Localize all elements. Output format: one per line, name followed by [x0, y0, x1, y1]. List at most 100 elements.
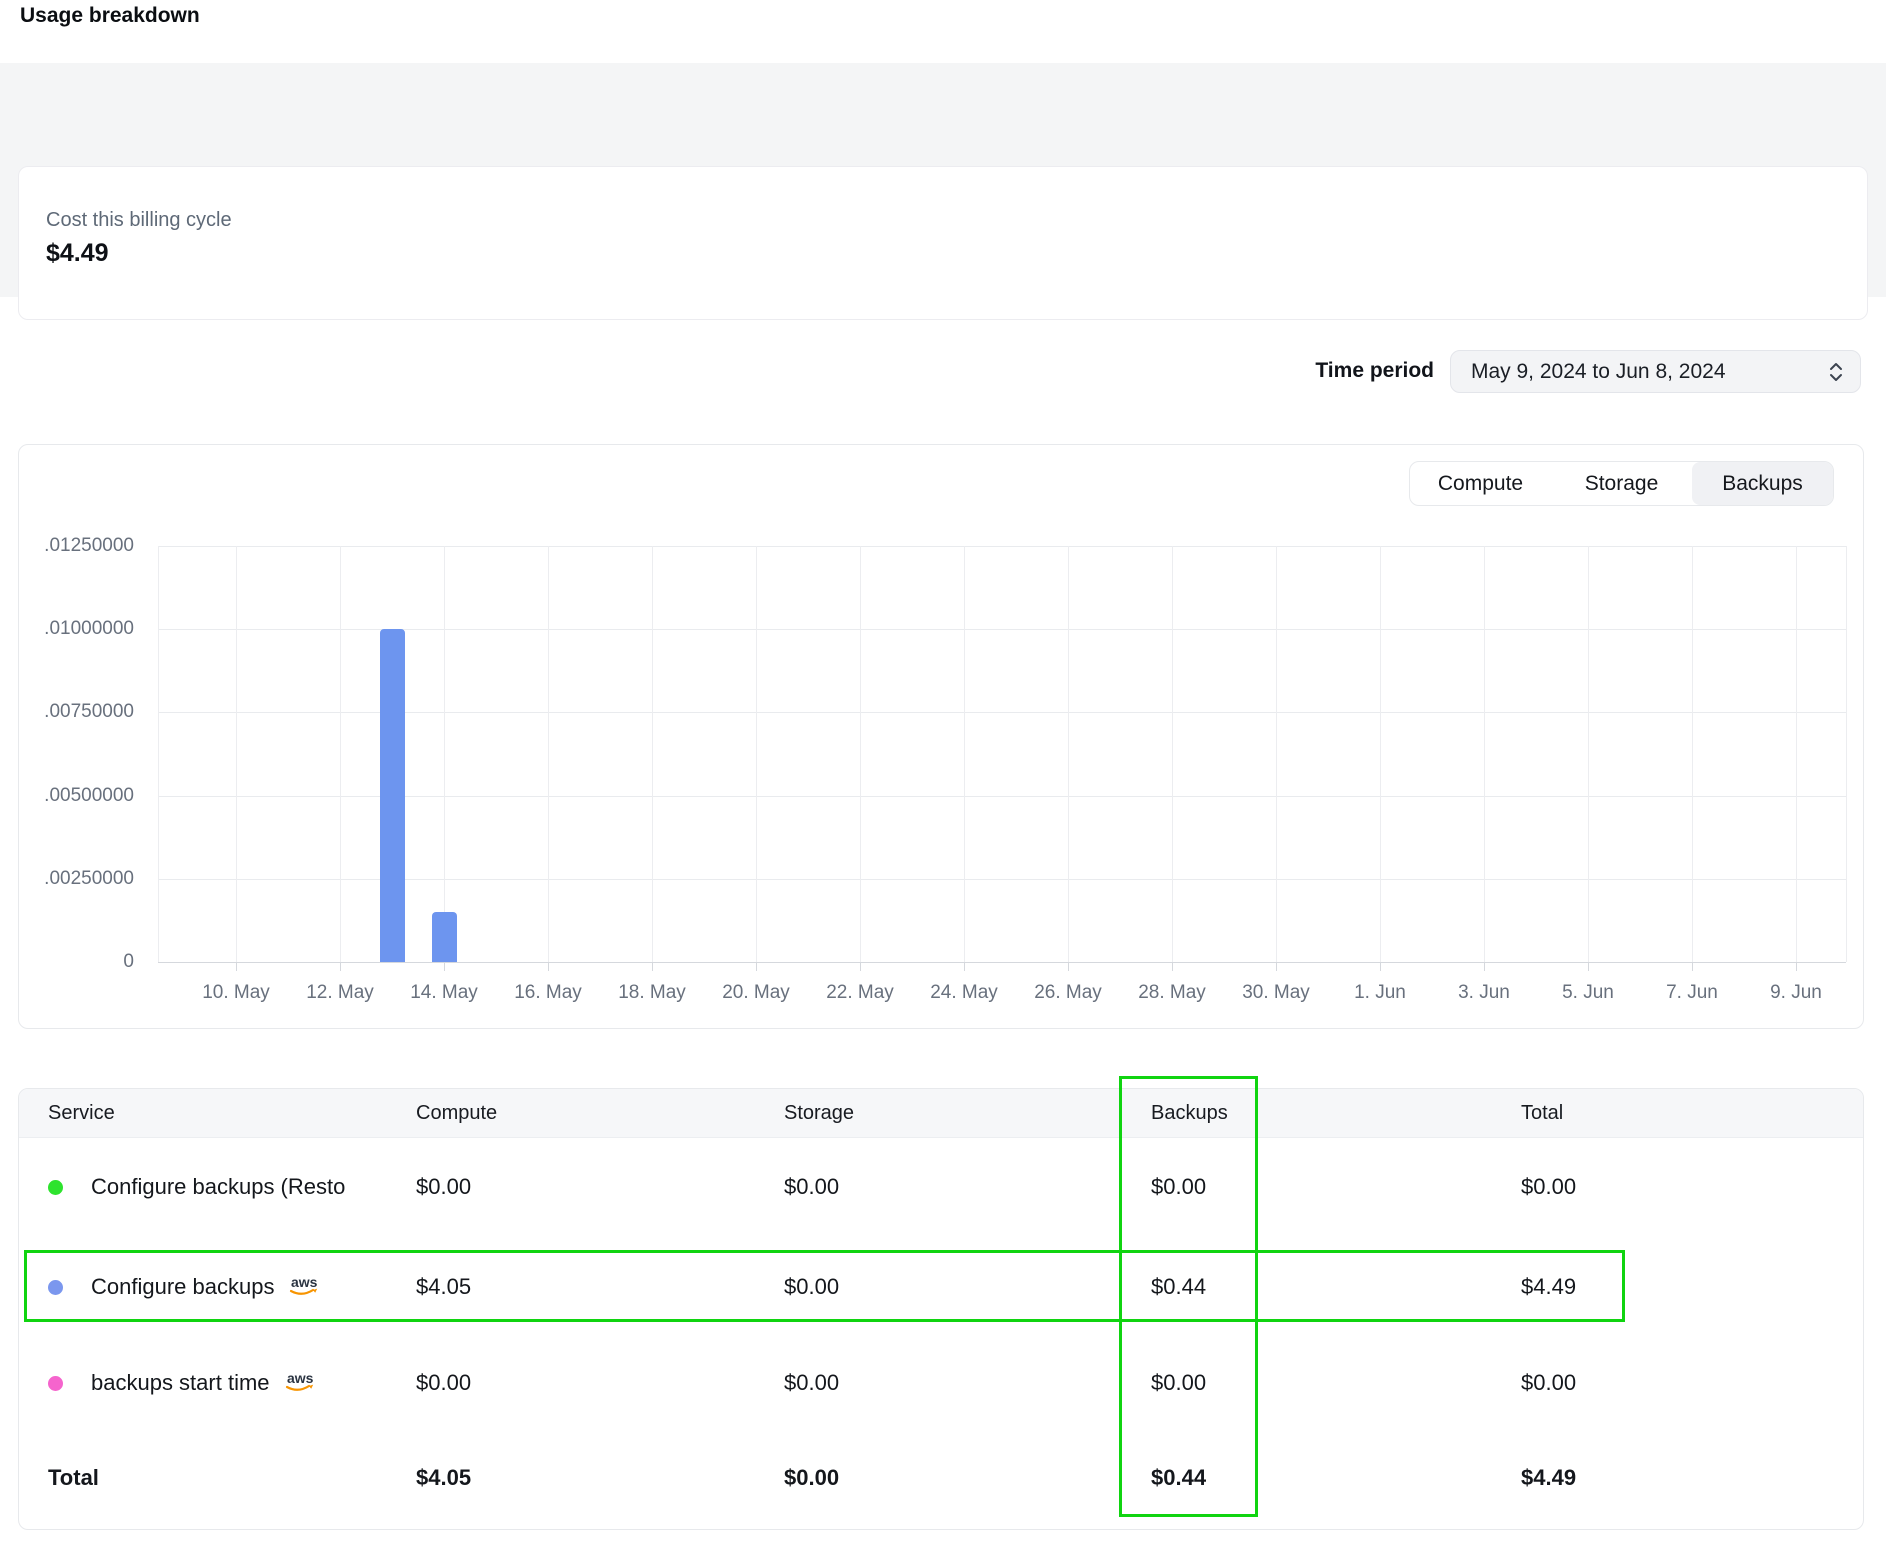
x-tick-label: 1. Jun: [1320, 982, 1440, 1004]
axis-tick: [444, 962, 445, 971]
x-tick-label: 18. May: [592, 982, 712, 1004]
time-period-dropdown[interactable]: May 9, 2024 to Jun 8, 2024: [1450, 350, 1861, 393]
gridline: [756, 546, 757, 962]
x-tick-label: 9. Jun: [1736, 982, 1856, 1004]
gridline: [964, 546, 965, 962]
gridline: [158, 546, 1846, 547]
x-tick-label: 5. Jun: [1528, 982, 1648, 1004]
column-header-total: Total: [1521, 1089, 1563, 1138]
plot-edge-line: [1846, 546, 1847, 962]
y-tick-label: .00750000: [19, 701, 134, 723]
table-row: Configure backups (Resto $0.00 $0.00 $0.…: [19, 1139, 1863, 1235]
chart-plot-area: [158, 546, 1846, 962]
chart-bar[interactable]: [380, 629, 405, 962]
x-tick-label: 30. May: [1216, 982, 1336, 1004]
x-tick-label: 7. Jun: [1632, 982, 1752, 1004]
axis-tick: [1796, 962, 1797, 971]
series-dot-blue: [48, 1280, 63, 1295]
table-total-row: Total $4.05 $0.00 $0.44 $4.49: [19, 1430, 1863, 1526]
compute-value: $0.00: [416, 1335, 471, 1431]
gridline: [1796, 546, 1797, 962]
summary-band: Cost this billing cycle $4.49: [0, 63, 1886, 297]
x-tick-label: 28. May: [1112, 982, 1232, 1004]
axis-tick: [548, 962, 549, 971]
y-tick-label: 0: [19, 951, 134, 973]
x-tick-label: 12. May: [280, 982, 400, 1004]
gridline: [1484, 546, 1485, 962]
billing-cycle-amount: $4.49: [46, 239, 109, 268]
axis-tick: [236, 962, 237, 971]
gridline: [1172, 546, 1173, 962]
axis-tick: [964, 962, 965, 971]
y-tick-label: .00500000: [19, 785, 134, 807]
table-row: backups start time aws $0.00 $0.00 $0.00…: [19, 1335, 1863, 1431]
axis-tick: [1588, 962, 1589, 971]
total-compute-value: $4.05: [416, 1430, 471, 1526]
series-dot-pink: [48, 1376, 63, 1391]
backups-value: $0.00: [1151, 1335, 1206, 1431]
gridline: [1692, 546, 1693, 962]
gridline: [158, 962, 1846, 963]
axis-tick: [652, 962, 653, 971]
chart-metric-tabs: Compute Storage Backups: [1409, 461, 1834, 506]
tab-backups[interactable]: Backups: [1692, 462, 1833, 505]
total-storage-value: $0.00: [784, 1430, 839, 1526]
axis-tick: [1068, 962, 1069, 971]
x-tick-label: 10. May: [176, 982, 296, 1004]
x-tick-label: 20. May: [696, 982, 816, 1004]
storage-value: $0.00: [784, 1335, 839, 1431]
gridline: [340, 546, 341, 962]
time-period-value: May 9, 2024 to Jun 8, 2024: [1471, 360, 1828, 384]
aws-logo-icon: aws: [287, 1274, 321, 1300]
backups-value: $0.44: [1151, 1239, 1206, 1335]
chevron-up-down-icon: [1828, 361, 1844, 383]
tab-storage[interactable]: Storage: [1551, 462, 1692, 505]
billing-cycle-label: Cost this billing cycle: [46, 209, 232, 232]
x-tick-label: 3. Jun: [1424, 982, 1544, 1004]
axis-tick: [1380, 962, 1381, 971]
gridline: [1276, 546, 1277, 962]
gridline: [444, 546, 445, 962]
time-period-label: Time period: [1298, 359, 1434, 383]
service-name: Configure backups: [91, 1274, 274, 1300]
gridline: [1588, 546, 1589, 962]
storage-value: $0.00: [784, 1139, 839, 1235]
page-title: Usage breakdown: [20, 4, 200, 28]
axis-tick: [340, 962, 341, 971]
gridline: [860, 546, 861, 962]
storage-value: $0.00: [784, 1239, 839, 1335]
x-tick-label: 16. May: [488, 982, 608, 1004]
total-total-value: $4.49: [1521, 1430, 1576, 1526]
gridline: [1068, 546, 1069, 962]
y-tick-label: .00250000: [19, 868, 134, 890]
x-tick-label: 14. May: [384, 982, 504, 1004]
gridline: [1380, 546, 1381, 962]
aws-logo-icon: aws: [283, 1370, 317, 1396]
gridline: [158, 796, 1846, 797]
column-header-compute: Compute: [416, 1089, 497, 1138]
compute-value: $0.00: [416, 1139, 471, 1235]
usage-chart-panel: Compute Storage Backups .01250000 .010000…: [18, 444, 1864, 1029]
axis-tick: [1484, 962, 1485, 971]
gridline: [652, 546, 653, 962]
total-value: $0.00: [1521, 1335, 1576, 1431]
compute-value: $4.05: [416, 1239, 471, 1335]
billing-cycle-card: Cost this billing cycle $4.49: [18, 166, 1868, 320]
x-tick-label: 26. May: [1008, 982, 1128, 1004]
service-name: Configure backups (Resto: [91, 1174, 345, 1200]
gridline: [158, 712, 1846, 713]
total-value: $0.00: [1521, 1139, 1576, 1235]
service-name: backups start time: [91, 1370, 270, 1396]
svg-text:aws: aws: [291, 1274, 318, 1290]
column-header-storage: Storage: [784, 1089, 854, 1138]
x-tick-label: 22. May: [800, 982, 920, 1004]
chart-bar[interactable]: [432, 912, 457, 962]
plot-edge-line: [158, 546, 159, 962]
tab-compute[interactable]: Compute: [1410, 462, 1551, 505]
axis-tick: [756, 962, 757, 971]
gridline: [158, 629, 1846, 630]
column-header-service: Service: [48, 1089, 115, 1138]
y-tick-label: .01000000: [19, 618, 134, 640]
y-tick-label: .01250000: [19, 535, 134, 557]
gridline: [236, 546, 237, 962]
